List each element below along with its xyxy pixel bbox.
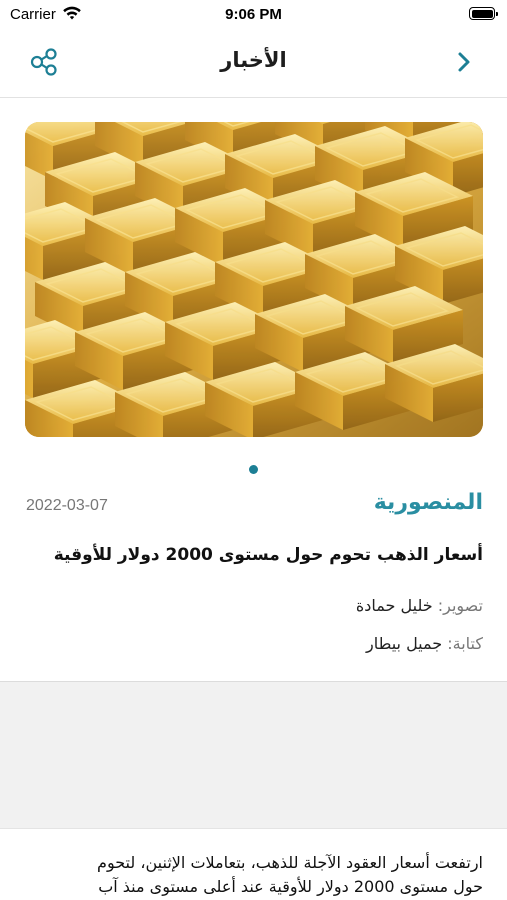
article-body: ارتفعت أسعار العقود الآجلة للذهب، بتعامل… bbox=[22, 851, 483, 899]
page-indicator-dot[interactable] bbox=[249, 465, 258, 474]
battery-icon bbox=[469, 7, 498, 20]
status-bar: Carrier 9:06 PM bbox=[0, 0, 507, 30]
photo-credit: تصوير: خليل حمادة bbox=[356, 596, 483, 615]
article-image[interactable] bbox=[25, 122, 483, 437]
article-headline: أسعار الذهب تحوم حول مستوى 2000 دولار لل… bbox=[53, 545, 483, 565]
publish-date: 2022-03-07 bbox=[26, 497, 108, 514]
writer-credit: كتابة: جميل بيطار bbox=[366, 634, 483, 653]
writer-credit-value: جميل بيطار bbox=[365, 634, 443, 653]
chevron-right-icon[interactable] bbox=[455, 50, 473, 74]
article-body-line: حول مستوى 2000 دولار للأوقية عند أعلى مس… bbox=[98, 877, 483, 896]
page-indicator[interactable] bbox=[0, 459, 507, 474]
ad-placeholder bbox=[0, 681, 507, 829]
gold-bars-picture bbox=[25, 122, 483, 437]
source-name[interactable]: المنصورية bbox=[374, 490, 483, 515]
photo-credit-value: خليل حمادة bbox=[355, 596, 433, 615]
writer-credit-label: كتابة: bbox=[447, 634, 483, 653]
photo-credit-label: تصوير: bbox=[437, 596, 483, 615]
clock: 9:06 PM bbox=[225, 6, 282, 23]
page-title: الأخبار bbox=[220, 48, 287, 72]
article-body-line: ارتفعت أسعار العقود الآجلة للذهب، بتعامل… bbox=[97, 853, 483, 872]
nav-bar: الأخبار bbox=[0, 30, 507, 98]
